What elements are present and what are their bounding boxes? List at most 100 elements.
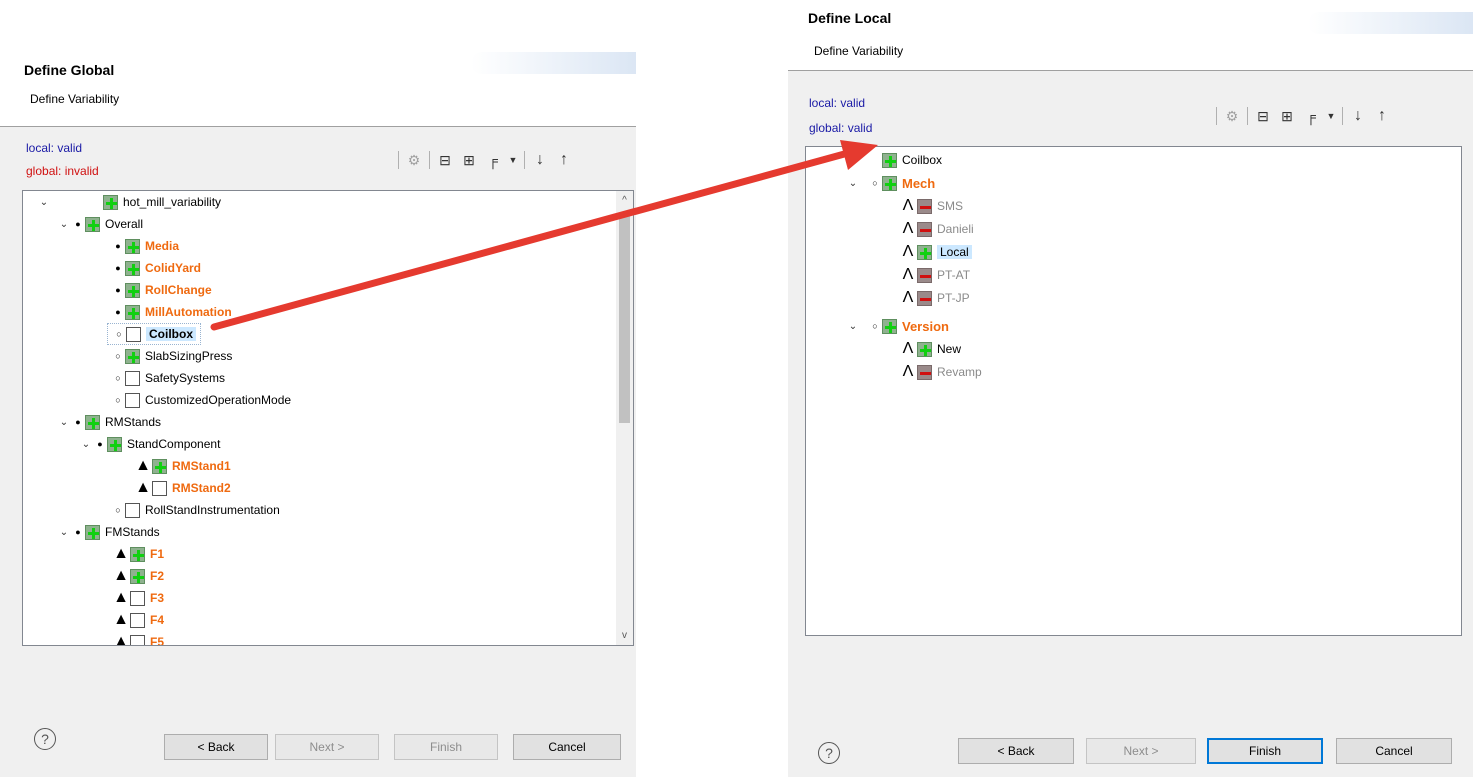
tree-node-coilbox[interactable]: Coilbox — [882, 149, 942, 171]
unselected-box-icon[interactable] — [130, 590, 145, 606]
selected-box-icon[interactable] — [130, 546, 145, 562]
deselected-box-icon[interactable] — [917, 198, 932, 214]
node-label: FMStands — [105, 525, 160, 539]
next-button[interactable]: Next > — [1086, 738, 1196, 764]
selected-box-icon[interactable] — [125, 304, 140, 320]
tree-node-rmstand2[interactable]: ▲ RMStand2 — [135, 477, 231, 499]
finish-button[interactable]: Finish — [1207, 738, 1323, 764]
arrow-down-icon[interactable]: ↓ — [1349, 107, 1367, 125]
chevron-down-icon[interactable]: ⌄ — [57, 417, 71, 428]
tree-node-media[interactable]: ● Media — [111, 235, 179, 257]
scrollbar-thumb[interactable] — [619, 213, 630, 423]
chevron-down-icon[interactable]: ⌄ — [79, 439, 93, 450]
expand-all-icon[interactable]: ⊞ — [1278, 108, 1296, 125]
tree-node-root[interactable]: ⌄ hot_mill_variability — [37, 191, 221, 213]
unselected-box-icon[interactable] — [125, 370, 140, 386]
tree-node-danieli[interactable]: Λ Danieli — [900, 218, 974, 240]
deselected-box-icon[interactable] — [917, 221, 932, 237]
arrow-down-icon[interactable]: ↓ — [531, 151, 549, 169]
unselected-box-icon[interactable] — [130, 612, 145, 628]
chevron-down-icon[interactable]: ⌄ — [37, 197, 51, 208]
next-button[interactable]: Next > — [275, 734, 379, 760]
tree-node-rollchange[interactable]: ● RollChange — [111, 279, 212, 301]
unselected-box-icon[interactable] — [125, 392, 140, 408]
tree-node-overall[interactable]: ⌄ ● Overall — [57, 213, 143, 235]
tree-node-millautomation[interactable]: ● MillAutomation — [111, 301, 232, 323]
tree-node-pt-at[interactable]: Λ PT-AT — [900, 264, 970, 286]
selected-box-icon[interactable] — [85, 524, 100, 540]
feature-tree[interactable]: Coilbox ⌄ ○ Mech Λ SMS Λ Danieli Λ Local… — [805, 146, 1462, 636]
tree-node-pt-jp[interactable]: Λ PT-JP — [900, 287, 970, 309]
arrow-up-icon[interactable]: ↑ — [555, 151, 573, 169]
auto-complete-icon[interactable]: ⚙ — [1223, 108, 1241, 125]
deselected-box-icon[interactable] — [917, 364, 932, 380]
scroll-up-icon[interactable]: ^ — [616, 195, 633, 206]
scroll-down-icon[interactable]: v — [616, 630, 633, 641]
selected-box-icon[interactable] — [85, 414, 100, 430]
tree-node-f5[interactable]: ▲ F5 — [113, 631, 164, 645]
selected-box-icon[interactable] — [882, 318, 897, 334]
tree-node-coilbox[interactable]: ○ Coilbox — [107, 323, 201, 345]
feature-tree[interactable]: ⌄ hot_mill_variability ⌄ ● Overall ● Med… — [22, 190, 634, 646]
cancel-button[interactable]: Cancel — [1336, 738, 1452, 764]
tree-node-fmstands[interactable]: ⌄ ● FMStands — [57, 521, 160, 543]
help-icon[interactable]: ? — [34, 728, 56, 750]
tree-node-f1[interactable]: ▲ F1 — [113, 543, 164, 565]
selected-box-icon[interactable] — [917, 341, 932, 357]
unselected-box-icon[interactable] — [126, 326, 141, 342]
tree-node-f3[interactable]: ▲ F3 — [113, 587, 164, 609]
tree-node-standcomponent[interactable]: ⌄ ● StandComponent — [79, 433, 220, 455]
expand-all-icon[interactable]: ⊞ — [460, 152, 478, 169]
chevron-down-icon[interactable]: ▼ — [508, 155, 518, 165]
selected-box-icon[interactable] — [125, 260, 140, 276]
finish-button[interactable]: Finish — [394, 734, 498, 760]
chevron-down-icon[interactable]: ⌄ — [846, 178, 860, 189]
selected-box-icon[interactable] — [917, 244, 932, 260]
tree-node-slabsizingpress[interactable]: ○ SlabSizingPress — [111, 345, 232, 367]
tree-node-version[interactable]: ⌄ ○ Version — [846, 315, 949, 337]
tree-node-mech[interactable]: ⌄ ○ Mech — [846, 172, 935, 194]
selected-box-icon[interactable] — [882, 175, 897, 191]
selected-box-icon[interactable] — [85, 216, 100, 232]
tree-node-revamp[interactable]: Λ Revamp — [900, 361, 982, 383]
chevron-down-icon[interactable]: ⌄ — [846, 321, 860, 332]
chevron-down-icon[interactable]: ⌄ — [57, 527, 71, 538]
tree-node-rmstands[interactable]: ⌄ ● RMStands — [57, 411, 161, 433]
unselected-box-icon[interactable] — [130, 634, 145, 645]
tree-node-f2[interactable]: ▲ F2 — [113, 565, 164, 587]
deselected-box-icon[interactable] — [917, 290, 932, 306]
deselected-box-icon[interactable] — [917, 267, 932, 283]
chevron-down-icon[interactable]: ⌄ — [57, 219, 71, 230]
chevron-down-icon[interactable]: ▼ — [1326, 111, 1336, 121]
collapse-all-icon[interactable]: ⊟ — [1254, 108, 1272, 125]
selected-box-icon[interactable] — [125, 282, 140, 298]
filter-icon[interactable]: ╒ — [1302, 108, 1320, 124]
tree-node-customizedoperationmode[interactable]: ○ CustomizedOperationMode — [111, 389, 291, 411]
vertical-scrollbar[interactable]: ^ v — [616, 191, 633, 645]
tree-node-safetysystems[interactable]: ○ SafetySystems — [111, 367, 225, 389]
selected-box-icon[interactable] — [107, 436, 122, 452]
selected-box-icon[interactable] — [125, 348, 140, 364]
tree-node-f4[interactable]: ▲ F4 — [113, 609, 164, 631]
selected-box-icon[interactable] — [125, 238, 140, 254]
selected-box-icon[interactable] — [882, 152, 897, 168]
unselected-box-icon[interactable] — [152, 480, 167, 496]
tree-node-sms[interactable]: Λ SMS — [900, 195, 963, 217]
tree-node-new[interactable]: Λ New — [900, 338, 961, 360]
tree-node-colidyard[interactable]: ● ColidYard — [111, 257, 201, 279]
back-button[interactable]: < Back — [164, 734, 268, 760]
auto-complete-icon[interactable]: ⚙ — [405, 152, 423, 169]
tree-node-rollstandinstrumentation[interactable]: ○ RollStandInstrumentation — [111, 499, 280, 521]
tree-node-rmstand1[interactable]: ▲ RMStand1 — [135, 455, 231, 477]
collapse-all-icon[interactable]: ⊟ — [436, 152, 454, 169]
tree-node-local[interactable]: Λ Local — [900, 241, 972, 263]
back-button[interactable]: < Back — [958, 738, 1074, 764]
arrow-up-icon[interactable]: ↑ — [1373, 107, 1391, 125]
help-icon[interactable]: ? — [818, 742, 840, 764]
selected-box-icon[interactable] — [130, 568, 145, 584]
selected-box-icon[interactable] — [103, 194, 118, 210]
selected-box-icon[interactable] — [152, 458, 167, 474]
filter-icon[interactable]: ╒ — [484, 152, 502, 168]
cancel-button[interactable]: Cancel — [513, 734, 621, 760]
unselected-box-icon[interactable] — [125, 502, 140, 518]
